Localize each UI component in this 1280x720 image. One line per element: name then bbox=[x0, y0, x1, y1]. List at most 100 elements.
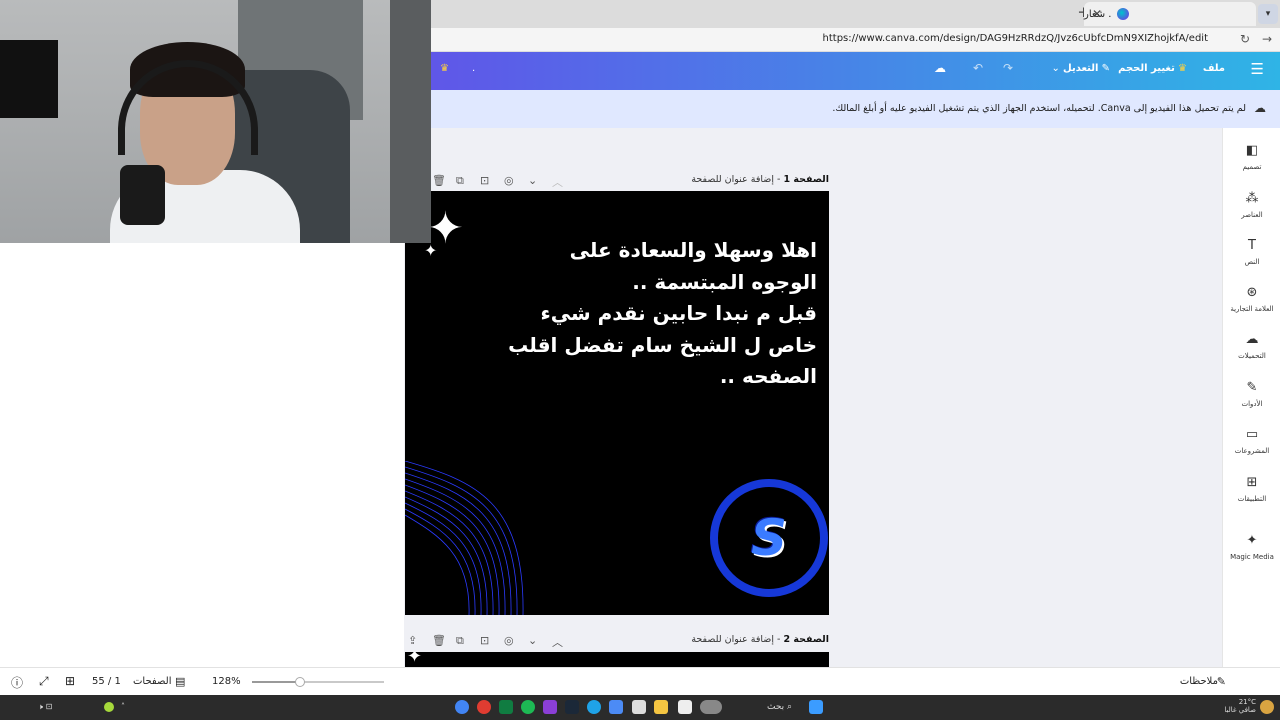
sidebar-item-projects[interactable]: ▭ المشروعات bbox=[1223, 426, 1280, 455]
sidebar-item-magic-media[interactable]: ✦ Magic Media bbox=[1223, 532, 1280, 561]
design-canvas-page-2[interactable]: ✦ bbox=[405, 652, 829, 667]
resize-button[interactable]: تغيير الحجم ♛ bbox=[1118, 63, 1187, 74]
sidebar-item-label: النص bbox=[1244, 258, 1260, 266]
chrome-icon[interactable] bbox=[455, 700, 469, 714]
windows-start-icon[interactable] bbox=[809, 700, 823, 714]
tab-search-icon[interactable]: ▾ bbox=[1258, 4, 1278, 24]
excel-icon[interactable] bbox=[499, 700, 513, 714]
logo-letter: S bbox=[750, 509, 787, 567]
canvas-text-box[interactable]: اهلا وسهلا والسعادة على الوجوه المبتسمة … bbox=[417, 235, 817, 393]
design-canvas-page-1[interactable]: ✦ ✦ اهلا وسهلا والسعادة على الوجوه المبت… bbox=[405, 191, 829, 615]
reload-icon[interactable]: ↻ bbox=[1240, 32, 1250, 46]
sidebar-item-elements[interactable]: ⁂ العناصر bbox=[1223, 190, 1280, 219]
zoom-level[interactable]: 128% bbox=[212, 676, 241, 687]
edit-mode-button[interactable]: ⌄ التعديل ✎ bbox=[1051, 63, 1110, 74]
sidebar-item-uploads[interactable]: ☁ التحميلات bbox=[1223, 331, 1280, 360]
folder-icon: ▭ bbox=[1245, 427, 1259, 442]
magic-media-icon: ✦ bbox=[1246, 533, 1258, 548]
cloud-saved-icon[interactable]: ☁ bbox=[934, 61, 946, 75]
webcam-tv bbox=[0, 40, 58, 118]
resize-label: تغيير الحجم bbox=[1118, 63, 1175, 74]
redo-icon[interactable]: ↷ bbox=[1003, 61, 1013, 75]
url-field[interactable]: https://www.canva.com/design/DAG9HzRRdzQ… bbox=[823, 33, 1208, 44]
weather-icon bbox=[1260, 700, 1274, 714]
canva-favicon-icon bbox=[1117, 8, 1130, 20]
weather-widget[interactable]: 21°C صافي غالبا bbox=[1224, 698, 1256, 714]
page-2-title[interactable]: الصفحة 2 - إضافة عنوان للصفحة bbox=[691, 634, 829, 645]
sidebar-item-label: الأدوات bbox=[1241, 400, 1263, 408]
tray-icon[interactable] bbox=[104, 702, 114, 712]
chevron-up-icon[interactable]: ˄ bbox=[121, 702, 125, 711]
layout-icon: ◧ bbox=[1245, 143, 1259, 158]
file-menu[interactable]: ملف bbox=[1203, 63, 1225, 74]
object-panel-sidebar: ◧ تصميم ⁂ العناصر T النص ⊛ العلامة التجا… bbox=[1222, 128, 1280, 695]
grid-view-icon[interactable]: ⊞ bbox=[65, 674, 75, 688]
widgets-icon[interactable] bbox=[700, 700, 722, 714]
volume-icon[interactable]: 🕨 ⊡ bbox=[38, 702, 52, 712]
header-mark: . bbox=[472, 63, 476, 74]
fullscreen-icon[interactable]: ⤢ bbox=[39, 674, 49, 689]
sidebar-item-design[interactable]: ◧ تصميم bbox=[1223, 142, 1280, 171]
editor-footer: ملاحظات ✎ 128% الصفحات ▤ 55 / 1 ⊞ ⤢ ⓘ bbox=[0, 667, 1280, 695]
sidebar-item-apps[interactable]: ⊞ التطبيقات bbox=[1223, 474, 1280, 503]
lock-icon[interactable]: ⊡ bbox=[480, 634, 489, 647]
sidebar-item-label: التطبيقات bbox=[1237, 495, 1267, 503]
calendar-icon[interactable] bbox=[632, 700, 646, 714]
page-1-header: الصفحة 1 - إضافة عنوان للصفحة ︿ ⌄ ◎ ⊡ ⧉ … bbox=[404, 170, 829, 192]
hide-page-icon[interactable]: ◎ bbox=[504, 174, 514, 187]
pencil-icon: ✎ bbox=[1101, 63, 1110, 74]
undo-icon[interactable]: ↶ bbox=[973, 61, 983, 75]
sidebar-item-tools[interactable]: ✎ الأدوات bbox=[1223, 379, 1280, 408]
notes-button[interactable]: ملاحظات bbox=[1180, 676, 1218, 687]
chevron-down-icon: ⌄ bbox=[1051, 63, 1060, 74]
chevron-up-icon[interactable]: ︿ bbox=[552, 634, 563, 650]
sidebar-item-label: تصميم bbox=[1242, 163, 1262, 171]
sidebar-item-text[interactable]: T النص bbox=[1223, 237, 1280, 266]
steam-icon[interactable] bbox=[565, 700, 579, 714]
delete-icon[interactable]: 🗑 bbox=[432, 634, 446, 647]
photos-icon[interactable] bbox=[609, 700, 623, 714]
taskbar-search[interactable]: بحث ⌕ bbox=[767, 702, 792, 712]
obs-icon[interactable] bbox=[543, 700, 557, 714]
tools-icon: ✎ bbox=[1246, 380, 1258, 395]
page-1-title[interactable]: الصفحة 1 - إضافة عنوان للصفحة bbox=[691, 174, 829, 185]
canvas-text-line: الوجوه المبتسمة .. bbox=[632, 269, 817, 294]
text-icon: T bbox=[1248, 238, 1256, 253]
webcam-overlay bbox=[0, 0, 431, 243]
file-explorer-icon[interactable] bbox=[654, 700, 668, 714]
webcam-shelf bbox=[390, 0, 431, 243]
chevron-down-icon[interactable]: ⌄ bbox=[528, 634, 537, 647]
zoom-slider-knob[interactable] bbox=[294, 677, 305, 687]
browser-tab[interactable]: . شعار ✕ bbox=[1084, 2, 1256, 26]
webcam-microphone bbox=[120, 165, 165, 225]
brand-icon: ⊛ bbox=[1246, 285, 1258, 300]
chevron-up-icon[interactable]: ︿ bbox=[552, 174, 563, 190]
decorative-arcs[interactable] bbox=[405, 461, 545, 615]
hide-page-icon[interactable]: ◎ bbox=[504, 634, 514, 647]
sidebar-item-label: العناصر bbox=[1241, 211, 1263, 219]
edge-icon[interactable] bbox=[587, 700, 601, 714]
share-icon[interactable]: ⇪ bbox=[408, 634, 417, 647]
sparkle-icon: ✦ bbox=[407, 652, 423, 667]
close-tab-icon[interactable]: ✕ bbox=[1092, 7, 1102, 21]
notepad-icon[interactable] bbox=[678, 700, 692, 714]
chevron-down-icon[interactable]: ⌄ bbox=[528, 174, 537, 187]
upload-icon: ☁ bbox=[1245, 332, 1259, 347]
duplicate-icon[interactable]: ⧉ bbox=[456, 174, 464, 188]
pages-button[interactable]: الصفحات bbox=[133, 676, 171, 687]
spotify-icon[interactable] bbox=[521, 700, 535, 714]
page-2-header: الصفحة 2 - إضافة عنوان للصفحة ︿ ⌄ ◎ ⊡ ⧉ … bbox=[404, 630, 829, 652]
canvas-text-line: الصفحه .. bbox=[719, 364, 817, 388]
zoom-slider[interactable] bbox=[252, 677, 384, 687]
crown-icon: ♛ bbox=[1178, 63, 1187, 74]
sidebar-item-brand[interactable]: ⊛ العلامة التجارية bbox=[1223, 284, 1280, 313]
logo-badge[interactable]: S bbox=[710, 479, 828, 597]
edit-label: التعديل bbox=[1063, 63, 1099, 74]
lock-icon[interactable]: ⊡ bbox=[480, 174, 489, 187]
app-icon[interactable] bbox=[477, 700, 491, 714]
delete-icon[interactable]: 🗑 bbox=[432, 174, 446, 187]
duplicate-icon[interactable]: ⧉ bbox=[456, 634, 464, 648]
forward-icon[interactable]: → bbox=[1262, 32, 1272, 46]
help-icon[interactable]: ⓘ bbox=[11, 674, 23, 691]
main-menu-icon[interactable]: ☰ bbox=[1251, 60, 1264, 78]
